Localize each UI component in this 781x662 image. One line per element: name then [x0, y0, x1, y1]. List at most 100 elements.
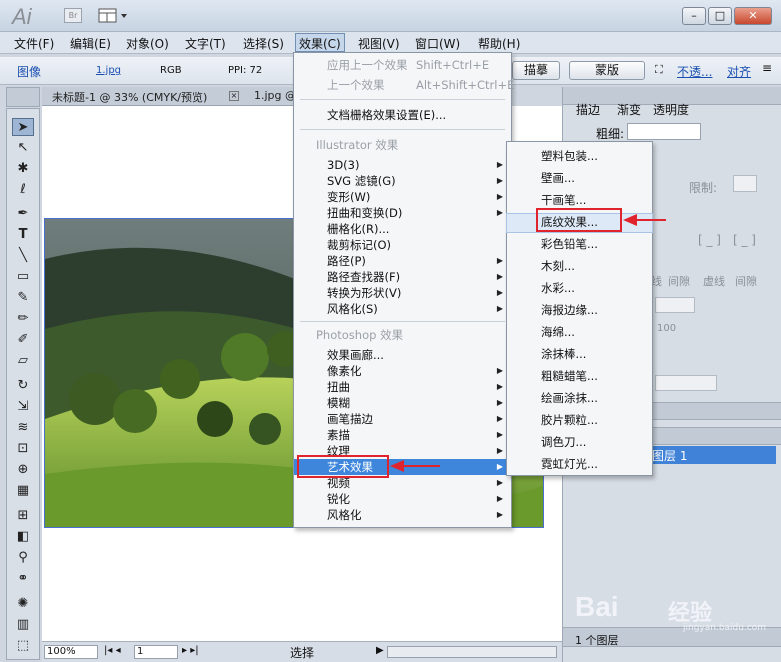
effects-menu-item[interactable]: 上一个效果 Alt+Shift+Ctrl+E — [294, 77, 514, 93]
minimize-button[interactable]: – — [682, 7, 706, 25]
tab-gradient[interactable]: 渐变 — [617, 101, 641, 118]
bridge-button[interactable]: Br — [64, 8, 82, 23]
shape-builder-tool-icon[interactable]: ⊕ — [12, 461, 34, 479]
artistic-submenu-item[interactable]: 木刻... — [507, 258, 652, 276]
effects-menu-item[interactable]: 像素化 ▶ — [294, 363, 511, 379]
opacity-link[interactable]: 不透... — [677, 63, 712, 80]
line-tool-icon[interactable]: ╲ — [12, 247, 34, 265]
arrange-documents-button[interactable] — [98, 8, 130, 24]
tab-untitled[interactable]: 未标题-1 @ 33% (CMYK/预览) — [52, 89, 207, 105]
eyedropper-tool-icon[interactable]: ⚲ — [12, 549, 34, 567]
menu-window[interactable]: 窗口(W) — [415, 35, 460, 52]
blob-brush-tool-icon[interactable]: ✐ — [12, 331, 34, 349]
menu-type[interactable]: 文字(T) — [185, 35, 226, 52]
effects-menu-item[interactable]: 3D(3) ▶ — [294, 157, 511, 173]
effects-menu-item[interactable]: 扭曲 ▶ — [294, 379, 511, 395]
tab-close-icon[interactable]: × — [229, 91, 239, 101]
direct-selection-tool-icon[interactable]: ↖ — [12, 139, 34, 157]
page-number[interactable]: 1 — [134, 645, 178, 659]
effects-menu-item[interactable]: 风格化 ▶ — [294, 507, 511, 523]
symbol-sprayer-tool-icon[interactable]: ✺ — [12, 595, 34, 613]
effects-menu-item[interactable]: 裁剪标记(O) — [294, 237, 511, 253]
menu-effects[interactable]: 效果(C) — [295, 33, 345, 52]
menu-select[interactable]: 选择(S) — [243, 35, 284, 52]
profile-select[interactable] — [655, 375, 717, 391]
status-menu-arrow[interactable]: ▶ — [376, 645, 384, 656]
artistic-submenu-item[interactable]: 调色刀... — [507, 434, 652, 452]
gradient-tool-icon[interactable]: ◧ — [12, 528, 34, 546]
layer-row[interactable]: 图层 1 — [648, 446, 776, 464]
lasso-tool-icon[interactable]: ℓ — [12, 181, 34, 199]
column-graph-tool-icon[interactable]: ▥ — [12, 616, 34, 634]
artistic-submenu-item[interactable]: 粗糙蜡笔... — [507, 368, 652, 386]
artistic-submenu-item[interactable]: 霓虹灯光... — [507, 456, 652, 474]
first-page-button[interactable]: |◂ ◂ — [104, 645, 121, 656]
artistic-submenu-item[interactable]: 绘画涂抹... — [507, 390, 652, 408]
artistic-submenu-item[interactable]: 海报边缘... — [507, 302, 652, 320]
artistic-submenu-item[interactable]: 彩色铅笔... — [507, 236, 652, 254]
effects-menu-item[interactable]: 效果画廊... — [294, 347, 511, 363]
type-tool-icon[interactable]: T — [12, 226, 34, 244]
pencil-tool-icon[interactable]: ✏ — [12, 310, 34, 328]
arrowhead-select[interactable] — [655, 297, 695, 313]
warp-tool-icon[interactable]: ≋ — [12, 419, 34, 437]
file-link[interactable]: 1.jpg — [96, 65, 121, 76]
maximize-button[interactable]: □ — [708, 7, 732, 25]
mask-button[interactable]: 蒙版 — [569, 61, 645, 80]
close-button[interactable]: ✕ — [734, 7, 772, 25]
effects-menu-item[interactable]: 风格化(S) ▶ — [294, 301, 511, 317]
horizontal-scrollbar[interactable] — [387, 646, 557, 658]
effects-menu-item[interactable]: 变形(W) ▶ — [294, 189, 511, 205]
tab-stroke[interactable]: 描边 — [576, 101, 600, 118]
magic-wand-tool-icon[interactable]: ✱ — [12, 160, 34, 178]
menu-view[interactable]: 视图(V) — [358, 35, 400, 52]
free-transform-tool-icon[interactable]: ⊡ — [12, 440, 34, 458]
effects-menu-item[interactable]: 栅格化(R)... — [294, 221, 511, 237]
menu-edit[interactable]: 编辑(E) — [70, 35, 111, 52]
artistic-submenu-item[interactable]: 塑料包装... — [507, 148, 652, 166]
stroke-weight-input[interactable] — [627, 123, 701, 140]
scale-tool-icon[interactable]: ⇲ — [12, 398, 34, 416]
tab-1jpg[interactable]: 1.jpg @ — [254, 89, 296, 102]
align-link[interactable]: 对齐 — [727, 63, 751, 80]
eraser-tool-icon[interactable]: ▱ — [12, 352, 34, 370]
trace-button[interactable]: 描摹 — [512, 61, 560, 80]
menu-object[interactable]: 对象(O) — [126, 35, 169, 52]
next-page-button[interactable]: ▸ ▸| — [182, 645, 199, 656]
dash-style-a-icon[interactable]: [ _ ] — [698, 233, 721, 247]
effects-menu-item[interactable]: 模糊 ▶ — [294, 395, 511, 411]
dash-style-b-icon[interactable]: [ _ ] — [733, 233, 756, 247]
effects-menu-item[interactable]: SVG 滤镜(G) ▶ — [294, 173, 511, 189]
rotate-tool-icon[interactable]: ↻ — [12, 377, 34, 395]
tab-transparency[interactable]: 透明度 — [653, 101, 689, 118]
limit-input[interactable] — [733, 175, 757, 192]
selection-tool-icon[interactable]: ➤ — [12, 118, 34, 136]
effects-menu-item[interactable]: 扭曲和变换(D) ▶ — [294, 205, 511, 221]
menu-help[interactable]: 帮助(H) — [478, 35, 520, 52]
artboard-tool-icon[interactable]: ⬚ — [12, 637, 34, 655]
effects-menu-item[interactable]: 锐化 ▶ — [294, 491, 511, 507]
scale-percent[interactable]: 100 — [657, 323, 676, 334]
effects-menu-item[interactable]: 文档栅格效果设置(E)... — [294, 107, 511, 123]
artistic-submenu-item[interactable]: 水彩... — [507, 280, 652, 298]
artistic-submenu-item[interactable]: 胶片颗粒... — [507, 412, 652, 430]
effects-menu-item[interactable]: 路径查找器(F) ▶ — [294, 269, 511, 285]
zoom-select[interactable]: 100% — [44, 645, 98, 659]
effects-menu-item[interactable]: 画笔描边 ▶ — [294, 411, 511, 427]
effects-menu-item[interactable]: 路径(P) ▶ — [294, 253, 511, 269]
effects-menu-item[interactable]: 应用上一个效果 Shift+Ctrl+E — [294, 57, 511, 73]
menu-file[interactable]: 文件(F) — [14, 35, 54, 52]
rectangle-tool-icon[interactable]: ▭ — [12, 268, 34, 286]
perspective-grid-tool-icon[interactable]: ▦ — [12, 482, 34, 500]
crop-icon[interactable]: ⛶ — [655, 63, 663, 77]
blend-tool-icon[interactable]: ⚭ — [12, 570, 34, 588]
artistic-submenu-item[interactable]: 海绵... — [507, 324, 652, 342]
effects-menu-item[interactable]: 素描 ▶ — [294, 427, 511, 443]
effects-menu-item[interactable]: 转换为形状(V) ▶ — [294, 285, 511, 301]
artistic-submenu-item[interactable]: 涂抹棒... — [507, 346, 652, 364]
artistic-submenu-item[interactable]: 壁画... — [507, 170, 652, 188]
pen-tool-icon[interactable]: ✒ — [12, 205, 34, 223]
paintbrush-tool-icon[interactable]: ✎ — [12, 289, 34, 307]
panel-menu-icon[interactable]: ≡ — [762, 61, 772, 75]
mesh-tool-icon[interactable]: ⊞ — [12, 507, 34, 525]
